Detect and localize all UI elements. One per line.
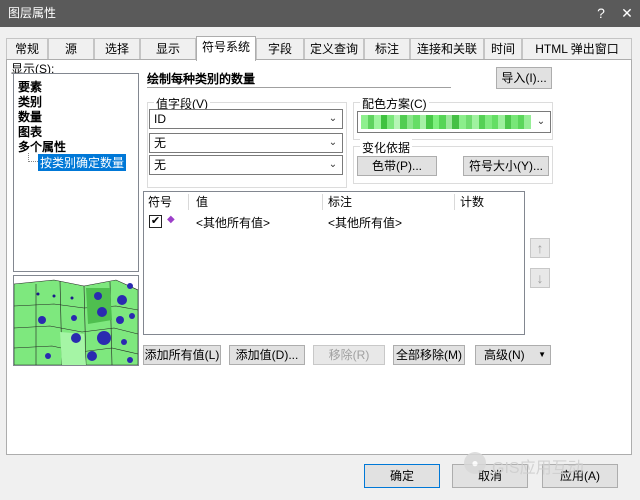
chevron-down-icon: ⌄ <box>328 113 338 124</box>
arrow-down-icon: ↓ <box>536 270 544 286</box>
tab-strip: 常规 源 选择 显示 符号系统 字段 定义查询 标注 连接和关联 时间 HTML… <box>6 36 632 61</box>
col-divider <box>322 194 323 210</box>
color-ramp-button[interactable]: 色带(P)... <box>357 156 437 176</box>
value-field-2-value: 无 <box>154 136 167 150</box>
title-bar: 图层属性 ? ✕ <box>0 0 640 27</box>
advanced-button[interactable]: 高级(N) ▼ <box>475 345 551 365</box>
add-all-values-button[interactable]: 添加所有值(L) <box>143 345 221 365</box>
value-field-3-value: 无 <box>154 158 167 172</box>
move-up-button[interactable]: ↑ <box>530 238 550 258</box>
symbol-table: 符号 值 标注 计数 ✔ ◆ <其他所有值> <其他所有值> <box>143 191 525 335</box>
chevron-down-icon: ⌄ <box>328 137 338 148</box>
tree-item-multiple-attributes[interactable]: 多个属性 <box>18 138 66 155</box>
tree-connector <box>28 153 38 162</box>
col-header-value[interactable]: 值 <box>196 192 208 212</box>
move-down-button[interactable]: ↓ <box>530 268 550 288</box>
renderer-heading: 绘制每种类别的数量 <box>147 72 256 86</box>
close-button[interactable]: ✕ <box>614 0 640 27</box>
renderer-tree: 要素 类别 数量 图表 多个属性 按类别确定数量 <box>13 73 139 272</box>
tab-fields[interactable]: 字段 <box>256 38 304 60</box>
arrow-up-icon: ↑ <box>536 240 544 256</box>
tab-general[interactable]: 常规 <box>6 38 48 60</box>
row-checkbox[interactable]: ✔ <box>149 215 162 228</box>
col-divider <box>188 194 189 210</box>
row-label: <其他所有值> <box>328 216 403 230</box>
color-scheme-select[interactable]: ⌄ <box>357 111 551 133</box>
tab-definition-query[interactable]: 定义查询 <box>304 38 364 60</box>
wechat-logo-icon: ● <box>464 452 486 474</box>
col-divider <box>454 194 455 210</box>
col-header-symbol[interactable]: 符号 <box>148 192 172 212</box>
tab-labels[interactable]: 标注 <box>364 38 410 60</box>
preview-map <box>13 275 139 366</box>
value-field-select-1[interactable]: ID ⌄ <box>149 109 343 129</box>
add-values-button[interactable]: 添加值(D)... <box>229 345 305 365</box>
remove-button[interactable]: 移除(R) <box>313 345 385 365</box>
col-header-count[interactable]: 计数 <box>460 192 484 212</box>
map-thumbnail <box>14 276 138 365</box>
watermark-text: GIS应用互动 <box>492 460 584 477</box>
table-row[interactable]: ✔ ◆ <其他所有值> <其他所有值> <box>144 213 524 231</box>
col-header-label[interactable]: 标注 <box>328 192 352 212</box>
window-title: 图层属性 <box>8 6 57 20</box>
symbol-size-button[interactable]: 符号大小(Y)... <box>463 156 549 176</box>
tree-item-quantity-by-category[interactable]: 按类别确定数量 <box>38 154 127 171</box>
ok-button[interactable]: 确定 <box>364 464 440 488</box>
symbology-panel: 显示(S): 要素 类别 数量 图表 多个属性 按类别确定数量 绘制每种类别的数… <box>6 59 632 455</box>
advanced-label: 高级(N) <box>484 348 525 362</box>
color-ramp-preview <box>361 115 531 129</box>
heading-divider <box>147 87 451 88</box>
variation-label: 变化依据 <box>360 139 413 156</box>
help-button[interactable]: ? <box>588 0 614 27</box>
tab-joins-relates[interactable]: 连接和关联 <box>410 38 484 60</box>
import-button[interactable]: 导入(I)... <box>496 67 552 89</box>
tab-selection[interactable]: 选择 <box>94 38 140 60</box>
chevron-down-icon: ⌄ <box>536 116 546 127</box>
tab-time[interactable]: 时间 <box>484 38 522 60</box>
row-value: <其他所有值> <box>196 216 271 230</box>
diamond-symbol-icon: ◆ <box>167 214 175 225</box>
remove-all-button[interactable]: 全部移除(M) <box>393 345 465 365</box>
dropdown-arrow-icon: ▼ <box>538 350 546 359</box>
color-swatch <box>524 115 531 129</box>
tab-display[interactable]: 显示 <box>140 38 196 60</box>
value-field-select-3[interactable]: 无 ⌄ <box>149 155 343 175</box>
color-scheme-label: 配色方案(C) <box>360 95 429 112</box>
tab-symbology[interactable]: 符号系统 <box>196 36 256 61</box>
tab-source[interactable]: 源 <box>48 38 94 60</box>
value-field-select-2[interactable]: 无 ⌄ <box>149 133 343 153</box>
chevron-down-icon: ⌄ <box>328 159 338 170</box>
tab-html-popup[interactable]: HTML 弹出窗口 <box>522 38 632 60</box>
value-field-1-value: ID <box>154 112 166 126</box>
